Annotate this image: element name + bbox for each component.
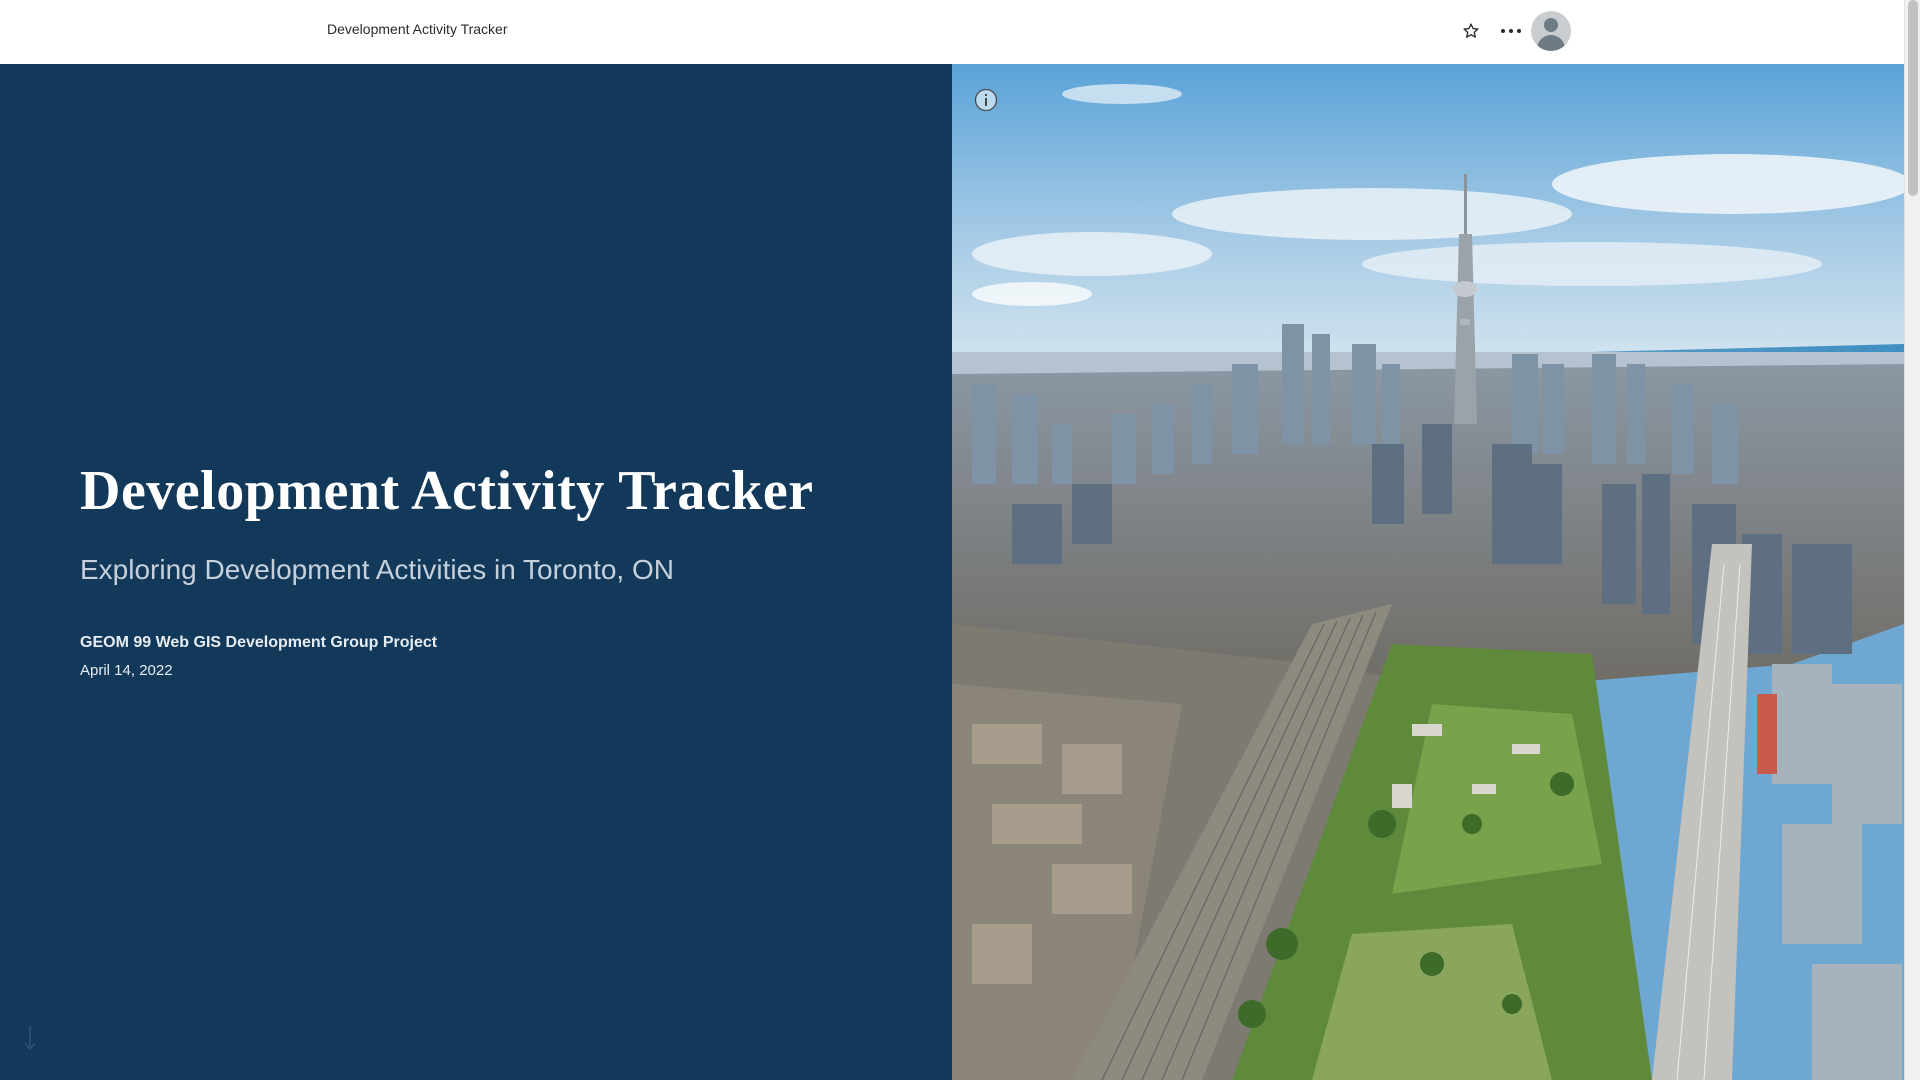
cover-date: April 14, 2022 <box>80 662 173 679</box>
info-icon[interactable] <box>974 88 998 112</box>
star-icon <box>1463 23 1479 38</box>
ellipsis-icon <box>1501 29 1521 33</box>
cover-byline: GEOM 99 Web GIS Development Group Projec… <box>80 634 438 651</box>
cover-subtitle: Exploring Development Activities in Toro… <box>80 554 674 585</box>
more-options-button[interactable] <box>1491 11 1531 51</box>
arrow-down-icon[interactable] <box>22 1024 38 1052</box>
story-header: Development Activity Tracker <box>0 0 1904 64</box>
cover-title: Development Activity Tracker <box>80 460 814 522</box>
cover-media-image <box>952 64 1904 1080</box>
story-cover-panel: Development Activity Tracker Exploring D… <box>0 64 952 1080</box>
story-header-title: Development Activity Tracker <box>327 21 508 37</box>
user-avatar-icon <box>1544 18 1558 32</box>
aerial-city-skyline-image <box>952 64 1904 1080</box>
page-scrollbar[interactable] <box>1904 0 1920 1080</box>
header-actions <box>1451 11 1571 51</box>
page-scrollbar-thumb[interactable] <box>1908 0 1918 196</box>
user-avatar-button[interactable] <box>1531 11 1571 51</box>
avatar-body-shape <box>1537 35 1565 51</box>
favorite-button[interactable] <box>1451 11 1491 51</box>
